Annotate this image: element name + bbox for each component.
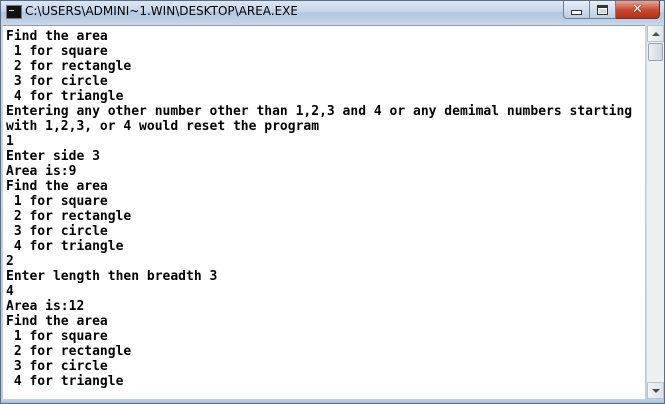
console-line: 2 for rectangle	[6, 209, 132, 224]
console-line: Find the area	[6, 179, 108, 194]
console-line: Entering any other number other than 1,2…	[6, 104, 633, 119]
console-line: 1 for square	[6, 329, 108, 344]
console-line: 1	[6, 134, 14, 149]
close-button[interactable]: ✕	[616, 1, 660, 19]
scrollbar-thumb[interactable]	[648, 43, 663, 61]
chevron-up-icon	[651, 31, 660, 36]
console-line: 2 for rectangle	[6, 59, 132, 74]
console-line: 3 for circle	[6, 359, 108, 374]
window-bottom-border	[1, 399, 664, 403]
console-line: 4 for triangle	[6, 89, 124, 104]
console-lines: Find the area 1 for square 2 for rectang…	[3, 26, 645, 389]
console-line: 3 for circle	[6, 74, 108, 89]
console-line: Area is:9	[6, 164, 77, 179]
console-line: 3 for circle	[6, 224, 108, 239]
console-window: C:\USERS\ADMINI~1.WIN\DESKTOP\AREA.EXE ✕…	[0, 0, 665, 404]
console-line: Find the area	[6, 29, 108, 44]
maximize-icon	[597, 4, 608, 15]
console-icon[interactable]	[6, 5, 22, 19]
console-line: 4 for triangle	[6, 239, 124, 254]
scroll-up-button[interactable]	[647, 25, 664, 42]
console-line: 4	[6, 284, 14, 299]
close-icon: ✕	[632, 2, 643, 17]
minimize-button[interactable]	[563, 1, 590, 19]
window-title: C:\USERS\ADMINI~1.WIN\DESKTOP\AREA.EXE	[25, 4, 298, 18]
console-line: with 1,2,3, or 4 would reset the program	[6, 119, 320, 134]
console-line: Enter side 3	[6, 149, 100, 164]
minimize-icon	[571, 10, 582, 15]
caption-buttons: ✕	[563, 1, 660, 19]
console-line: Enter length then breadth 3	[6, 269, 218, 284]
console-line: 2 for rectangle	[6, 344, 132, 359]
console-line: 4 for triangle	[6, 374, 124, 389]
console-output[interactable]: Find the area 1 for square 2 for rectang…	[3, 25, 645, 400]
console-line: 2	[6, 254, 14, 269]
title-bar[interactable]: C:\USERS\ADMINI~1.WIN\DESKTOP\AREA.EXE ✕	[1, 1, 664, 23]
console-line: 1 for square	[6, 194, 108, 209]
chevron-down-icon	[651, 388, 660, 393]
console-line: 1 for square	[6, 44, 108, 59]
vertical-scrollbar[interactable]	[646, 25, 664, 399]
console-line: Find the area	[6, 314, 108, 329]
maximize-button[interactable]	[590, 1, 616, 19]
console-line: Area is:12	[6, 299, 85, 314]
scroll-down-button[interactable]	[647, 382, 664, 399]
